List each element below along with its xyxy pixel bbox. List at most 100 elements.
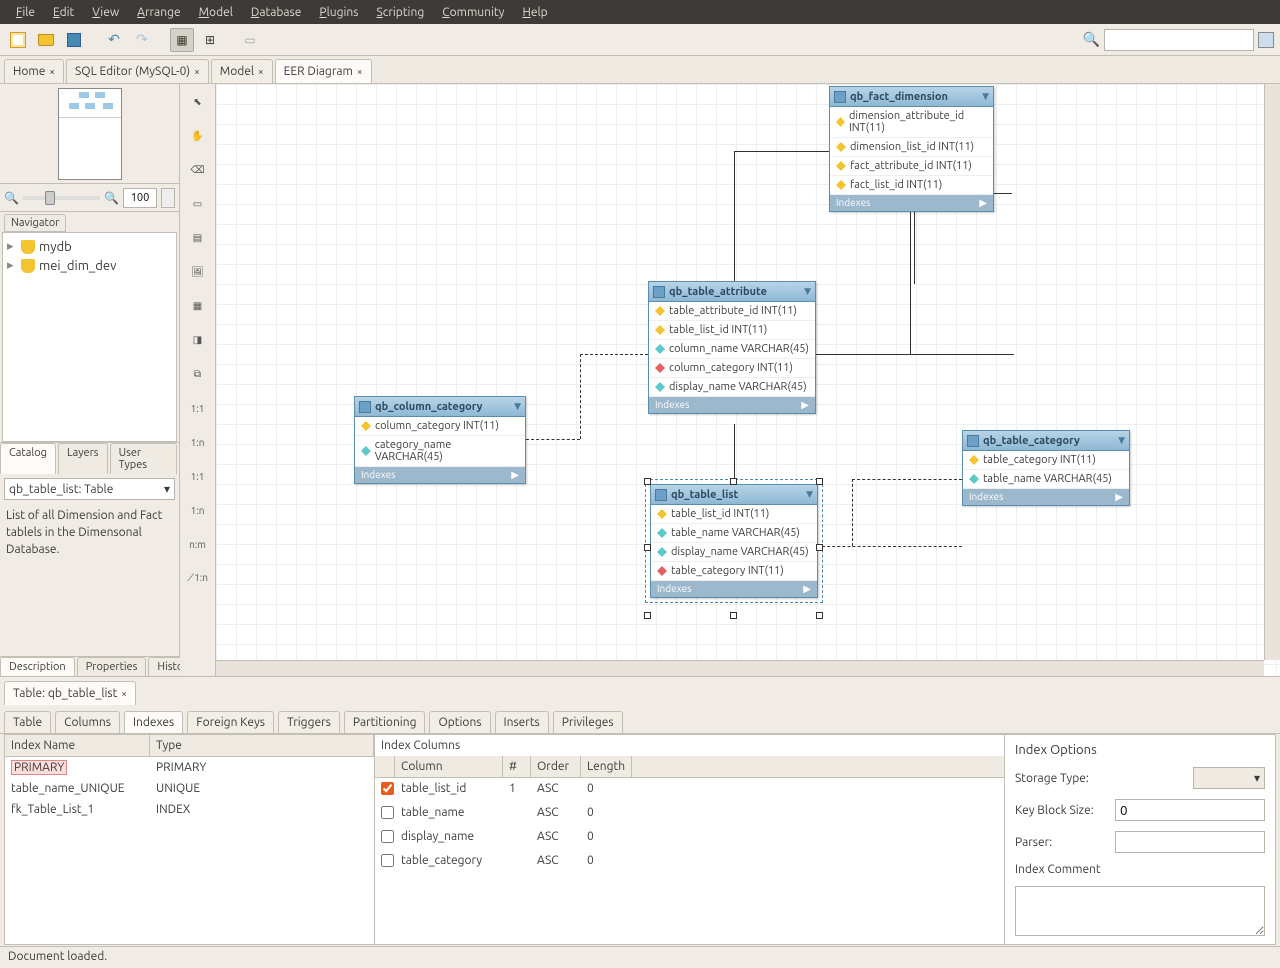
col-checkbox[interactable]	[381, 854, 394, 867]
zoom-dropdown[interactable]	[161, 188, 175, 208]
col-checkbox[interactable]	[381, 830, 394, 843]
side-tab-catalog[interactable]: Catalog	[0, 443, 56, 474]
index-comment-textarea[interactable]	[1015, 886, 1265, 936]
index-col-row[interactable]: table_nameASC0	[375, 802, 1004, 826]
parser-input[interactable]	[1115, 831, 1265, 853]
align-toggle[interactable]: ⊞	[198, 28, 222, 52]
close-icon[interactable]: ×	[194, 66, 200, 77]
close-icon[interactable]: ×	[258, 66, 264, 77]
undo-button[interactable]: ↶	[102, 28, 126, 52]
inner-tab-triggers[interactable]: Triggers	[278, 711, 340, 733]
menu-community[interactable]: Community	[434, 6, 512, 19]
notes-button[interactable]: ▭	[238, 28, 262, 52]
tree-item-mydb[interactable]: ▸mydb	[7, 237, 172, 256]
zoom-in-icon[interactable]: 🔍	[104, 191, 119, 205]
inner-tab-foreign-keys[interactable]: Foreign Keys	[187, 711, 274, 733]
routine-tool[interactable]: ⧉	[186, 362, 210, 386]
index-row-primary[interactable]: PRIMARYPRIMARY	[5, 757, 374, 778]
save-button[interactable]	[62, 28, 86, 52]
note-tool[interactable]: ▤	[186, 226, 210, 250]
zoom-input[interactable]	[123, 188, 157, 208]
side-tab-description[interactable]: Description	[0, 657, 75, 676]
close-icon[interactable]: ×	[357, 66, 363, 77]
search-input[interactable]	[1104, 29, 1254, 51]
chevron-down-icon[interactable]: ▼	[514, 401, 521, 412]
redo-button[interactable]: ↷	[130, 28, 154, 52]
er-table-qb-column-category[interactable]: qb_column_category▼ column_category INT(…	[354, 396, 526, 484]
grid-toggle[interactable]: ▦	[170, 28, 194, 52]
tab-sql-editor[interactable]: SQL Editor (MySQL-0)×	[66, 59, 209, 83]
key-block-input[interactable]	[1115, 799, 1265, 821]
view-tool[interactable]: ◨	[186, 328, 210, 352]
editor-tab-table[interactable]: Table: qb_table_list×	[4, 681, 136, 705]
rel-1-n-tool[interactable]: 1:n	[186, 430, 210, 454]
navigator-preview[interactable]	[0, 84, 179, 184]
chevron-down-icon[interactable]: ▼	[804, 286, 811, 297]
menu-scripting[interactable]: Scripting	[368, 6, 432, 19]
index-list[interactable]: Index NameType PRIMARYPRIMARY table_name…	[5, 735, 375, 944]
inner-tab-options[interactable]: Options	[429, 711, 490, 733]
index-col-row[interactable]: table_list_id1ASC0	[375, 778, 1004, 802]
inner-tab-partitioning[interactable]: Partitioning	[344, 711, 426, 733]
inner-tab-columns[interactable]: Columns	[55, 711, 120, 733]
rel-n-m-tool[interactable]: n:m	[186, 532, 210, 556]
index-row-fk[interactable]: fk_Table_List_1INDEX	[5, 799, 374, 820]
inner-tab-privileges[interactable]: Privileges	[553, 711, 623, 733]
inner-tab-table[interactable]: Table	[4, 711, 51, 733]
database-icon	[21, 259, 35, 273]
database-icon	[21, 240, 35, 254]
eraser-tool[interactable]: ⌫	[186, 158, 210, 182]
chevron-down-icon[interactable]: ▼	[806, 489, 813, 500]
vertical-scrollbar[interactable]	[1264, 84, 1280, 660]
diagram-canvas[interactable]: qb_fact_dimension▼ dimension_attribute_i…	[216, 84, 1280, 676]
menu-view[interactable]: View	[84, 6, 127, 19]
inner-tab-inserts[interactable]: Inserts	[495, 711, 549, 733]
close-icon[interactable]: ×	[49, 66, 55, 77]
hand-tool[interactable]: ✋	[186, 124, 210, 148]
menu-model[interactable]: Model	[191, 6, 241, 19]
index-col-row[interactable]: display_nameASC0	[375, 826, 1004, 850]
zoom-out-icon[interactable]: 🔍	[4, 191, 19, 205]
rel-1-n-id-tool[interactable]: 1:n	[186, 498, 210, 522]
rel-1-1-id-tool[interactable]: 1:1	[186, 464, 210, 488]
menu-database[interactable]: Database	[243, 6, 310, 19]
er-table-qb-table-category[interactable]: qb_table_category▼ table_category INT(11…	[962, 430, 1130, 506]
object-selector[interactable]: qb_table_list: Table▾	[4, 478, 175, 500]
pointer-tool[interactable]: ⬉	[186, 90, 210, 114]
table-icon	[834, 91, 846, 103]
rel-existing-tool[interactable]: ⟋1:n	[186, 566, 210, 590]
menu-plugins[interactable]: Plugins	[311, 6, 366, 19]
chevron-down-icon[interactable]: ▼	[1118, 435, 1125, 446]
menu-help[interactable]: Help	[514, 6, 555, 19]
tab-model[interactable]: Model×	[211, 59, 273, 83]
col-checkbox[interactable]	[381, 806, 394, 819]
index-row-unique[interactable]: table_name_UNIQUEUNIQUE	[5, 778, 374, 799]
menu-arrange[interactable]: Arrange	[129, 6, 188, 19]
menu-edit[interactable]: Edit	[45, 6, 82, 19]
er-table-qb-table-list[interactable]: qb_table_list▼ table_list_id INT(11) tab…	[650, 484, 818, 598]
layer-tool[interactable]: ▭	[186, 192, 210, 216]
side-tab-layers[interactable]: Layers	[58, 443, 108, 474]
er-table-qb-fact-dimension[interactable]: qb_fact_dimension▼ dimension_attribute_i…	[829, 86, 994, 212]
search-options-icon[interactable]	[1258, 32, 1274, 48]
table-tool[interactable]: ▦	[186, 294, 210, 318]
menu-file[interactable]: File	[8, 6, 43, 19]
tab-home[interactable]: Home×	[4, 59, 64, 83]
catalog-tree[interactable]: ▸mydb ▸mei_dim_dev	[2, 232, 177, 442]
close-icon[interactable]: ×	[121, 688, 127, 699]
tree-item-mei-dim-dev[interactable]: ▸mei_dim_dev	[7, 256, 172, 275]
col-checkbox[interactable]	[381, 782, 394, 795]
rel-1-1-tool[interactable]: 1:1	[186, 396, 210, 420]
open-button[interactable]	[34, 28, 58, 52]
storage-type-select[interactable]: ▾	[1193, 767, 1265, 789]
tab-eer-diagram[interactable]: EER Diagram×	[275, 59, 372, 83]
index-col-row[interactable]: table_categoryASC0	[375, 850, 1004, 874]
er-table-qb-table-attribute[interactable]: qb_table_attribute▼ table_attribute_id I…	[648, 281, 816, 414]
side-tab-user-types[interactable]: User Types	[110, 443, 177, 474]
chevron-down-icon[interactable]: ▼	[982, 91, 989, 102]
inner-tab-indexes[interactable]: Indexes	[124, 711, 183, 733]
horizontal-scrollbar[interactable]	[216, 660, 1264, 676]
new-button[interactable]	[6, 28, 30, 52]
image-tool[interactable]: 🖼	[186, 260, 210, 284]
side-tab-properties[interactable]: Properties	[77, 657, 147, 676]
